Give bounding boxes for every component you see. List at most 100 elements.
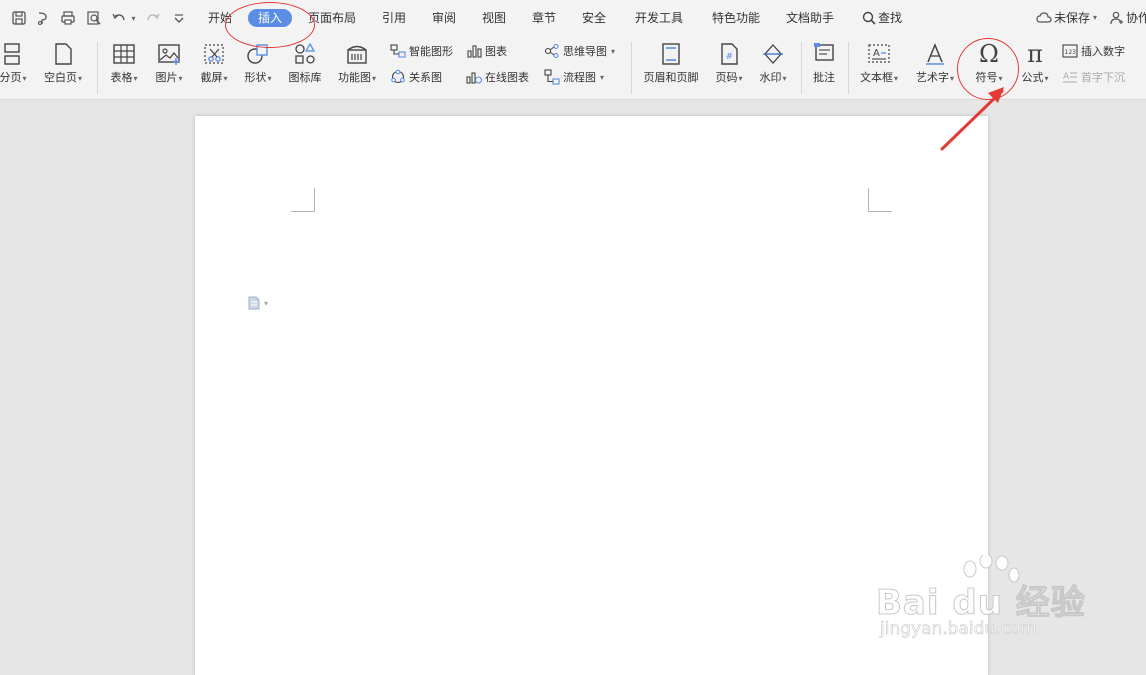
drop-cap-label: 首字下沉: [1081, 71, 1125, 84]
chevron-down-icon: ▾: [264, 298, 269, 308]
svg-text:123: 123: [1065, 49, 1077, 56]
paragraph-doc-icon: [248, 296, 260, 310]
tab-chapter[interactable]: 章节: [532, 9, 556, 27]
ribbon-separator: [801, 42, 802, 94]
header-footer-button[interactable]: 页眉和页脚: [640, 40, 702, 92]
icon-library-label: 图标库: [288, 71, 322, 84]
text-box-icon: A: [868, 44, 890, 63]
svg-text:A: A: [1063, 72, 1070, 82]
annotation-arrow-icon: [940, 87, 1004, 151]
smart-art-button[interactable]: 智能图形: [390, 42, 453, 60]
margin-corner-top-left: [291, 188, 315, 212]
mind-map-button[interactable]: 思维导图 ▾: [544, 42, 615, 60]
comment-button[interactable]: 批注: [808, 40, 840, 92]
tab-doc-assistant[interactable]: 文档助手: [786, 9, 834, 27]
header-footer-label: 页眉和页脚: [643, 71, 699, 84]
watermark-icon: [763, 44, 783, 64]
customize-toolbar-icon[interactable]: [170, 9, 188, 27]
tab-view[interactable]: 视图: [482, 9, 506, 27]
unsaved-label: 未保存: [1054, 11, 1091, 25]
insert-number-button[interactable]: 123 插入数字: [1062, 42, 1125, 60]
tab-developer[interactable]: 开发工具: [635, 9, 683, 27]
picture-label: 图片: [155, 71, 178, 84]
svg-text:A: A: [873, 48, 880, 59]
pi-icon: π: [1027, 40, 1043, 68]
formula-button[interactable]: π 公式▾: [1016, 40, 1054, 92]
picture-button[interactable]: 图片▾: [150, 40, 188, 92]
formula-label: 公式: [1021, 71, 1044, 84]
icon-library-icon: [295, 42, 316, 64]
text-box-button[interactable]: A 文本框▾: [856, 40, 902, 92]
online-chart-icon: [466, 72, 482, 84]
svg-text:#: #: [726, 52, 734, 62]
watermark-label: 水印: [759, 71, 782, 84]
page-number-label: 页码: [715, 71, 738, 84]
function-chart-button[interactable]: 功能图▾: [334, 40, 380, 92]
relation-chart-label: 关系图: [409, 71, 442, 84]
ribbon-separator: [97, 42, 98, 94]
text-box-label: 文本框: [859, 71, 893, 84]
bar-chart-icon: [467, 45, 482, 58]
table-label: 表格: [110, 71, 133, 84]
chevron-down-icon: ▾: [1093, 13, 1098, 22]
highlight-ellipse-insert-tab: [225, 2, 315, 48]
relation-chart-button[interactable]: 关系图: [390, 68, 442, 86]
blank-page-icon: [55, 43, 72, 65]
undo-dropdown-icon[interactable]: ▾: [128, 9, 138, 27]
flowchart-button[interactable]: 流程图 ▾: [544, 68, 604, 86]
print-preview-icon[interactable]: [85, 9, 103, 27]
page-break-label: 分页: [0, 71, 22, 84]
page-break-button[interactable]: 分页▾: [0, 40, 34, 92]
blank-page-button[interactable]: 空白页▾: [40, 40, 86, 92]
smart-art-icon: [390, 44, 406, 58]
print-icon[interactable]: [59, 9, 77, 27]
number-box-icon: 123: [1062, 44, 1078, 58]
menu-bar: ▾ 开始 插入 页面布局 引用 审阅 视图 章节 安全 开发工具 特色功能 文档…: [0, 0, 1146, 36]
page-number-icon: #: [721, 43, 738, 65]
page-number-button[interactable]: # 页码▾: [710, 40, 748, 92]
ribbon-separator: [631, 42, 632, 94]
icon-library-button[interactable]: 图标库: [284, 40, 326, 92]
ribbon-separator: [848, 42, 849, 94]
watermark-button[interactable]: 水印▾: [754, 40, 792, 92]
relation-chart-icon: [391, 69, 405, 84]
search-label: 查找: [878, 11, 903, 25]
tab-security[interactable]: 安全: [582, 9, 606, 27]
online-chart-button[interactable]: 在线图表: [466, 68, 529, 86]
baidu-jingyan-watermark: Bai du 经验 jingyan.baidu.com: [876, 555, 1096, 655]
drop-cap-button[interactable]: A 首字下沉: [1062, 68, 1125, 86]
tab-special-features[interactable]: 特色功能: [712, 9, 760, 27]
export-pdf-icon[interactable]: [34, 9, 52, 27]
watermark-logo-text: Bai du 经验: [876, 583, 1086, 624]
unsaved-status-button[interactable]: 未保存 ▾: [1036, 9, 1097, 27]
chart-label: 图表: [485, 45, 507, 58]
undo-icon[interactable]: [110, 9, 128, 27]
screenshot-label: 截屏: [200, 71, 223, 84]
table-button[interactable]: 表格▾: [105, 40, 143, 92]
mind-map-icon: [544, 43, 559, 59]
picture-icon: [158, 44, 180, 65]
tab-review[interactable]: 审阅: [432, 9, 456, 27]
collaborate-button[interactable]: 协作: [1110, 9, 1146, 27]
screenshot-button[interactable]: 截屏▾: [195, 40, 233, 92]
online-chart-label: 在线图表: [485, 71, 529, 84]
paragraph-options-button[interactable]: ▾: [248, 296, 268, 310]
search-button[interactable]: 查找: [862, 9, 902, 27]
chart-button[interactable]: 图表: [466, 42, 507, 60]
mind-map-label: 思维导图: [563, 45, 607, 58]
blank-page-label: 空白页: [43, 71, 77, 84]
table-icon: [113, 44, 135, 64]
header-footer-icon: [662, 43, 680, 65]
margin-corner-top-right: [868, 188, 892, 212]
save-icon[interactable]: [10, 9, 28, 27]
search-icon: [862, 11, 876, 25]
tab-references[interactable]: 引用: [382, 9, 406, 27]
document-page[interactable]: ▾: [195, 116, 988, 675]
function-chart-label: 功能图: [337, 71, 371, 84]
flowchart-label: 流程图: [563, 71, 596, 84]
redo-icon[interactable]: [144, 9, 162, 27]
insert-number-label: 插入数字: [1081, 45, 1125, 58]
flowchart-icon: [544, 69, 560, 85]
watermark-url-text: jingyan.baidu.com: [880, 619, 1037, 640]
tab-page-layout[interactable]: 页面布局: [308, 9, 356, 27]
